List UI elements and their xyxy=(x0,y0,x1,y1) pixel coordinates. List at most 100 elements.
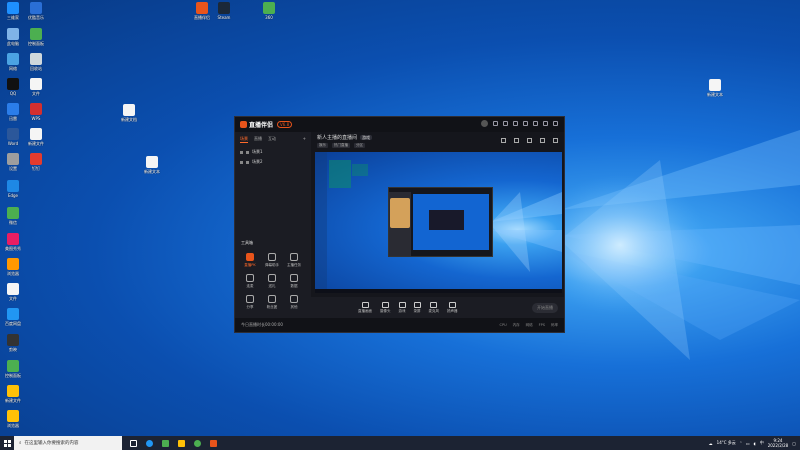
weather-text[interactable]: 14°C 多云 xyxy=(717,440,736,446)
tab-live[interactable]: 直播 xyxy=(254,136,262,143)
weather-icon[interactable]: ☁ xyxy=(709,441,713,446)
nested-app-window xyxy=(388,187,493,257)
tool-item[interactable]: 送礼 xyxy=(261,274,283,289)
clock[interactable]: 9:24 2022/2/28 xyxy=(768,438,789,448)
task-view-icon[interactable] xyxy=(130,439,137,447)
tool-item[interactable]: 数据 xyxy=(283,274,305,289)
app-icon xyxy=(30,103,42,115)
tab-scene[interactable]: 场景 xyxy=(240,136,248,143)
desktop-icon[interactable]: 剪映 xyxy=(1,334,25,352)
desktop-icon[interactable]: 新建文档 xyxy=(117,104,141,122)
tool-item[interactable]: 其他 xyxy=(283,295,305,310)
titlebar: 直播伴侣 V6.8 xyxy=(235,117,564,132)
desktop-icon[interactable]: Steam xyxy=(212,2,236,20)
desktop-icon[interactable]: 控制面板 xyxy=(1,360,25,378)
control-item[interactable]: 游戏 xyxy=(398,302,406,314)
desktop-icon[interactable]: 新建文件 xyxy=(24,128,48,146)
settings-icon[interactable] xyxy=(513,121,518,126)
stream-preview[interactable] xyxy=(315,152,562,293)
calendar-icon[interactable] xyxy=(527,138,532,143)
tool-item[interactable]: 直播PK xyxy=(239,253,261,268)
tab-interact[interactable]: 互动 xyxy=(268,136,276,143)
network-icon[interactable]: ▭ xyxy=(746,441,750,446)
file-icon xyxy=(709,79,721,91)
language-indicator[interactable]: 中 xyxy=(760,440,764,446)
folder-icon[interactable] xyxy=(178,439,185,447)
tool-item[interactable]: 弹幕助手 xyxy=(261,253,283,268)
message-icon[interactable] xyxy=(493,121,498,126)
desktop-icon[interactable]: 优酷音乐 xyxy=(24,2,48,20)
desktop-icon[interactable]: 文件 xyxy=(1,283,25,301)
toolbox-grid: 直播PK 弹幕助手 主播任务 连麦 送礼 数据 分享 粉丝团 其他 xyxy=(239,253,309,310)
gift-icon[interactable] xyxy=(514,138,519,143)
desktop-icon[interactable]: 百度网盘 xyxy=(1,308,25,326)
room-tag[interactable]: 娱乐 xyxy=(317,143,328,148)
room-tag[interactable]: 热门直播 xyxy=(332,143,350,148)
chat-icon[interactable] xyxy=(540,138,545,143)
start-button[interactable] xyxy=(0,436,14,450)
speaker-icon xyxy=(448,302,456,308)
tool-item[interactable]: 粉丝团 xyxy=(261,295,283,310)
avatar[interactable] xyxy=(481,120,488,127)
tool-item[interactable]: 连麦 xyxy=(239,274,261,289)
desktop-icon[interactable]: WPS xyxy=(24,103,48,121)
control-item[interactable]: 录屏 xyxy=(413,302,421,314)
control-item[interactable]: 摄像头 xyxy=(380,302,391,314)
control-item[interactable]: 麦克风 xyxy=(429,302,439,314)
desktop-icon[interactable]: 360 xyxy=(257,2,281,20)
room-category[interactable]: 游戏 xyxy=(360,135,373,140)
wechat-icon[interactable] xyxy=(162,439,169,447)
add-tab-icon[interactable]: + xyxy=(303,136,306,143)
volume-icon[interactable]: ◖ xyxy=(754,441,756,446)
room-header: 新人主播的直播间 游戏 娱乐 热门直播 分区 xyxy=(311,132,564,152)
desktop-icon[interactable]: 浏览器 xyxy=(1,410,25,428)
notification-icon[interactable]: ▢ xyxy=(792,441,796,446)
edge-icon[interactable] xyxy=(146,439,153,447)
desktop-icon[interactable]: 回收站 xyxy=(24,53,48,71)
desktop-icon[interactable]: 控制面板 xyxy=(24,28,48,46)
desktop-icon[interactable]: 文件 xyxy=(24,78,48,96)
live-app-icon[interactable] xyxy=(210,439,217,447)
control-item[interactable]: 扬声器 xyxy=(447,302,458,314)
desktop-icon[interactable]: 此电脑 xyxy=(1,28,25,46)
control-item[interactable]: 直播画面 xyxy=(358,302,372,314)
desktop-icon[interactable]: 新建文本 xyxy=(703,79,727,97)
menu-icon[interactable] xyxy=(523,121,528,126)
desktop-icon[interactable]: 设置 xyxy=(1,153,25,171)
desktop-icon[interactable]: 三维家 xyxy=(1,2,25,20)
desktop-icon[interactable]: 直播伴侣 xyxy=(190,2,214,20)
desktop-icon[interactable]: Word xyxy=(1,128,25,146)
maximize-icon[interactable] xyxy=(543,121,548,126)
search-icon: ⌕ xyxy=(19,441,22,446)
tool-item[interactable]: 分享 xyxy=(239,295,261,310)
skin-icon[interactable] xyxy=(503,121,508,126)
pk-icon xyxy=(246,253,254,261)
chrome-icon[interactable] xyxy=(194,439,201,447)
app-icon xyxy=(7,385,19,397)
close-icon[interactable] xyxy=(553,121,558,126)
search-box[interactable]: ⌕ 在这里输入你要搜索的内容 xyxy=(14,436,122,450)
desktop-icon[interactable]: 新建文本 xyxy=(140,156,164,174)
desktop-icon[interactable]: 钉钉 xyxy=(24,153,48,171)
desktop-icon[interactable]: QQ xyxy=(1,78,25,96)
desktop-icon[interactable]: 微信 xyxy=(1,207,25,225)
room-tag[interactable]: 分区 xyxy=(354,143,365,148)
tool-item[interactable]: 主播任务 xyxy=(283,253,305,268)
desktop-icon[interactable]: 浏览器 xyxy=(1,258,25,276)
chevron-up-icon[interactable]: ˄ xyxy=(740,441,742,446)
desktop-icon[interactable]: Edge xyxy=(1,180,25,198)
minimize-icon[interactable] xyxy=(533,121,538,126)
share-icon xyxy=(246,295,254,303)
app-icon xyxy=(7,360,19,372)
microphone-icon xyxy=(430,302,438,308)
share-icon[interactable] xyxy=(553,138,558,143)
desktop-icon[interactable]: 网络 xyxy=(1,53,25,71)
scene-item[interactable]: 场景1 xyxy=(235,147,311,157)
scene-item[interactable]: 场景2 xyxy=(235,157,311,167)
desktop-icon[interactable]: 迅雷 xyxy=(1,103,25,121)
desktop-icon[interactable]: 新建文件 xyxy=(1,385,25,403)
notice-icon[interactable] xyxy=(501,138,506,143)
status-metrics: CPU 内存 网络 FPS 码率 xyxy=(499,322,558,327)
start-live-button[interactable]: 开始直播 xyxy=(532,303,558,313)
desktop-icon[interactable]: 美图秀秀 xyxy=(1,233,25,251)
